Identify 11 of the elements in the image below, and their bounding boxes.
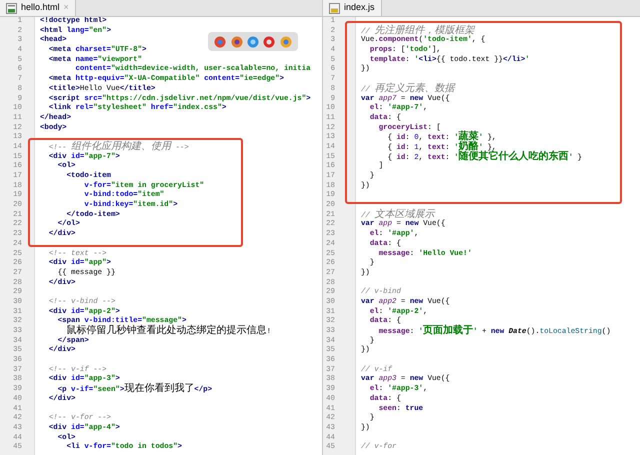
browser-icon[interactable] [214, 36, 226, 48]
file-tab[interactable]: hello.html × [0, 0, 76, 16]
tab-label: hello.html [21, 1, 60, 14]
browser-icon[interactable] [263, 36, 276, 48]
file-tab[interactable]: index.js [323, 0, 382, 16]
browser-icon[interactable] [230, 36, 243, 48]
browser-icon[interactable] [280, 36, 292, 48]
js-file-icon [329, 2, 340, 14]
tab-label: index.js [344, 1, 375, 14]
browser-icon[interactable] [246, 36, 259, 48]
html-file-icon [6, 2, 17, 14]
